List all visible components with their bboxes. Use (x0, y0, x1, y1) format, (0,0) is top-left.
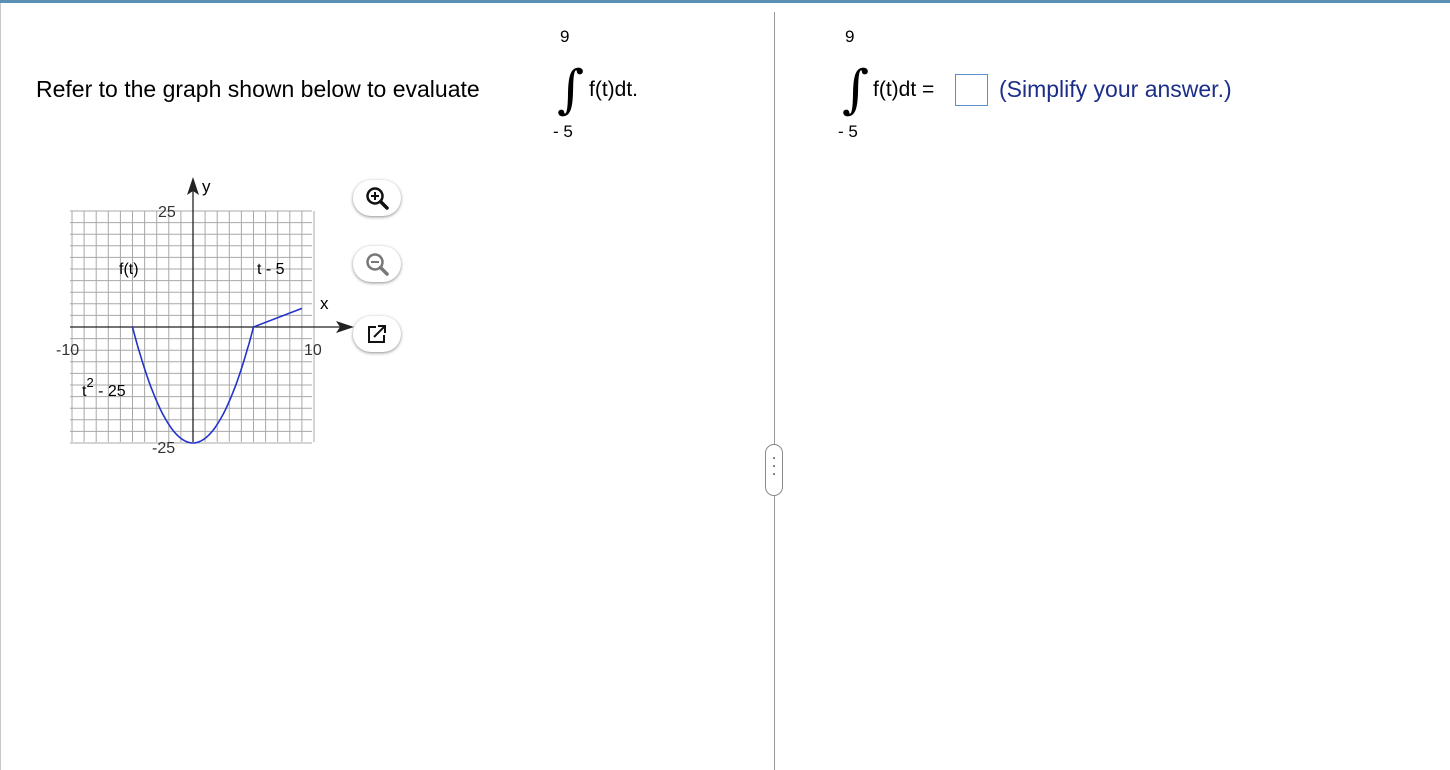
tick-label-y-min: -25 (152, 440, 175, 457)
popout-button[interactable] (353, 316, 401, 352)
answer-input[interactable] (955, 74, 988, 106)
answer-integral-lower-limit: - 5 (838, 122, 858, 141)
left-piece-rest: - 25 (94, 383, 126, 400)
left-border (0, 3, 1, 770)
axis-label-x: x (320, 294, 329, 313)
integral-upper-limit: 9 (560, 27, 570, 46)
function-graph: y x 25 -25 -10 10 f(t) t - 5 t2 - 25 (56, 177, 354, 457)
tick-label-x-min: -10 (56, 342, 79, 359)
pane-divider (774, 12, 775, 770)
popout-icon (368, 325, 386, 343)
top-border (0, 0, 1450, 3)
integral-integrand: f(t)dt. (589, 78, 639, 101)
zoom-out-button[interactable] (353, 246, 401, 282)
answer-integral-upper-limit: 9 (845, 27, 855, 46)
pane-resize-handle[interactable]: · · · (765, 444, 783, 496)
axis-label-y: y (202, 177, 211, 196)
function-label: f(t) (119, 261, 139, 278)
right-piece-label: t - 5 (257, 261, 285, 278)
answer-integral-sign: ∫ (842, 60, 870, 120)
zoom-in-button[interactable] (353, 180, 401, 216)
zoom-out-icon (366, 253, 389, 276)
tick-label-x-max: 10 (304, 342, 322, 359)
left-piece-exp: 2 (86, 375, 93, 390)
tick-label-y-max: 25 (158, 204, 176, 221)
integral-sign: ∫ (557, 60, 585, 120)
zoom-in-icon (366, 187, 389, 210)
question-prompt: Refer to the graph shown below to evalua… (36, 76, 480, 102)
simplify-hint: (Simplify your answer.) (999, 76, 1232, 102)
graph-axes (70, 177, 354, 442)
answer-integrand: f(t)dt = (873, 78, 935, 101)
integral-lower-limit: - 5 (553, 122, 573, 141)
